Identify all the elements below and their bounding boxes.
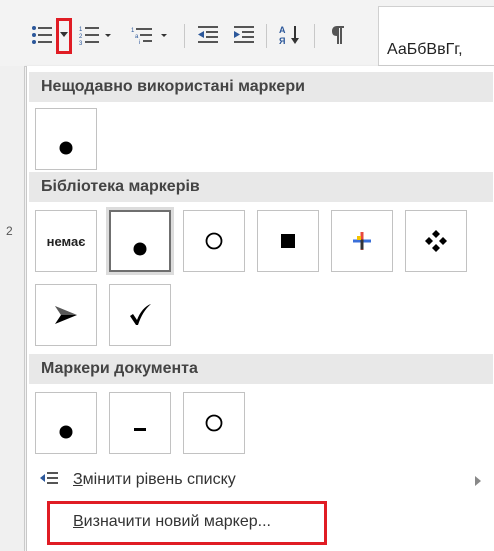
bullet-filled-square[interactable] [257,210,319,272]
svg-text:3: 3 [79,41,83,45]
change-list-level-menu-item[interactable]: Змінити рівень списку [29,466,493,496]
diamond-dots-bullet-icon [425,230,447,252]
svg-text:1: 1 [79,27,83,33]
document-bullet-hollow-circle[interactable] [183,392,245,454]
filled-circle-bullet-icon [133,242,147,256]
bullets-button[interactable] [28,22,56,48]
document-bullet-dash[interactable] [109,392,171,454]
increase-indent-button[interactable] [230,22,258,48]
recent-bullets-header: Нещодавно використані маркери [29,72,493,102]
filled-square-bullet-icon [281,234,295,248]
bullet-colored-cross[interactable] [331,210,393,272]
change-list-level-label: Змінити рівень списку [73,471,236,488]
filled-circle-bullet-icon [59,425,73,439]
document-bullet-filled-circle[interactable] [35,392,97,454]
ruler-number: 2 [6,224,13,238]
hollow-circle-bullet-icon [205,232,223,250]
filled-circle-bullet-icon [59,141,73,155]
dash-bullet-icon [134,428,146,431]
decrease-indent-icon [198,26,218,43]
svg-text:Я: Я [279,36,285,46]
submenu-arrow-icon [475,476,481,486]
pilcrow-icon [332,26,344,44]
svg-text:2: 2 [79,34,83,40]
bullet-library-dropdown: Нещодавно використані маркери Бібліотека… [26,66,494,551]
recent-bullets-title: Нещодавно використані маркери [41,78,305,95]
styles-gallery[interactable]: АаБбВвГг, [378,6,494,66]
arrowhead-bullet-icon [55,306,77,324]
numbering-icon: 1 2 3 [79,27,111,45]
bullet-library-header: Бібліотека маркерів [29,172,493,202]
bullet-hollow-circle[interactable] [183,210,245,272]
colored-cross-bullet-icon [353,232,371,250]
ribbon-paragraph-group: 1 2 3 1 a i A Я АаБбВвГг, [0,0,494,67]
bullet-none-label: немає [46,233,86,249]
vertical-ruler: 2 [0,66,25,551]
sort-icon: A Я [279,25,299,46]
show-formatting-marks-button[interactable] [324,22,352,48]
bullets-icon [32,26,52,44]
define-new-bullet-highlight [47,501,327,545]
numbering-button[interactable]: 1 2 3 [78,22,114,48]
bullet-checkmark[interactable] [109,284,171,346]
document-bullets-header: Маркери документа [29,354,493,384]
checkmark-bullet-icon [130,304,151,325]
bullet-none[interactable]: немає [35,210,97,272]
hollow-circle-bullet-icon [205,414,223,432]
increase-indent-icon [234,26,254,43]
svg-text:i: i [139,40,140,45]
multilevel-list-icon: 1 a i [131,28,167,45]
sort-button[interactable]: A Я [276,22,304,48]
document-bullets-title: Маркери документа [41,360,198,377]
bullets-dropdown-highlight [56,18,72,54]
change-list-level-icon [39,470,59,491]
recent-bullet-filled-circle[interactable] [35,108,97,170]
svg-text:A: A [279,25,286,35]
bullet-diamond-dots[interactable] [405,210,467,272]
decrease-indent-button[interactable] [194,22,222,48]
multilevel-list-button[interactable]: 1 a i [128,22,172,48]
bullet-filled-circle[interactable] [106,207,174,275]
styles-preview-text: АаБбВвГг, [387,41,463,58]
bullet-arrowhead[interactable] [35,284,97,346]
bullet-library-title: Бібліотека маркерів [41,178,200,195]
